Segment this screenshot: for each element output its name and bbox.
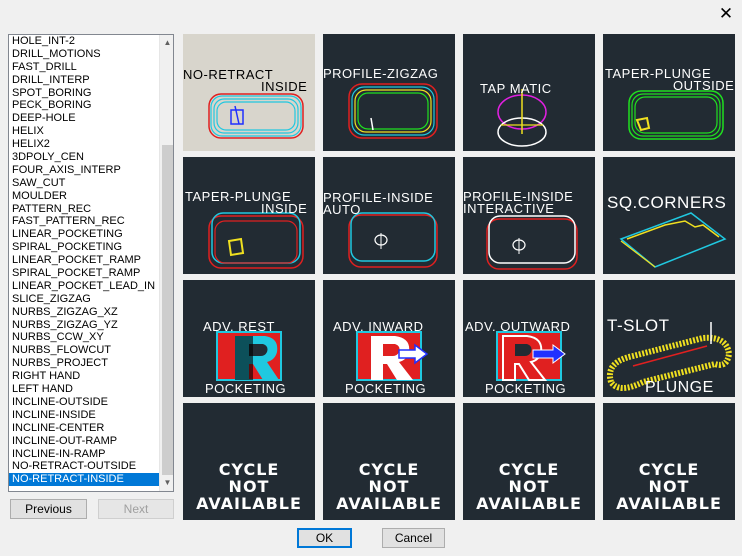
tile-label-line1: ADV. INWARD xyxy=(333,319,424,334)
tile-label-line1: ADV. REST xyxy=(203,319,275,334)
list-item[interactable]: NURBS_CCW_XY xyxy=(9,331,159,344)
list-item[interactable]: NURBS_FLOWCUT xyxy=(9,344,159,357)
list-item[interactable]: LINEAR_POCKET_LEAD_IN xyxy=(9,280,159,293)
list-item[interactable]: DEEP-HOLE xyxy=(9,112,159,125)
list-item[interactable]: HOLE_INT-2 xyxy=(9,35,159,48)
tile-profile-inside-auto[interactable]: PROFILE-INSIDE AUTO xyxy=(323,157,455,274)
tile-label-line2: POCKETING xyxy=(485,381,567,396)
tile-label-line2: POCKETING xyxy=(205,381,287,396)
tile-profile-inside-interactive[interactable]: PROFILE-INSIDE INTERACTIVE xyxy=(463,157,595,274)
list-item[interactable]: INCLINE-INSIDE xyxy=(9,409,159,422)
cycle-list-items: HOLE_INT-2 DRILL_MOTIONS FAST_DRILL DRILL_I… xyxy=(9,35,159,487)
tile-tap-matic[interactable]: TAP MATIC xyxy=(463,34,595,151)
list-item[interactable]: FAST_PATTERN_REC xyxy=(9,215,159,228)
list-item[interactable]: NURBS_PROJECT xyxy=(9,357,159,370)
list-item[interactable]: NURBS_ZIGZAG_XZ xyxy=(9,306,159,319)
tile-label-line2: INSIDE xyxy=(261,79,308,94)
tile-taper-plunge-inside[interactable]: TAPER-PLUNGE INSIDE xyxy=(183,157,315,274)
list-item[interactable]: NO-RETRACT-OUTSIDE xyxy=(9,460,159,473)
list-item[interactable]: FAST_DRILL xyxy=(9,61,159,74)
tile-label-line1: T-SLOT xyxy=(607,316,670,335)
tile-sq-corners[interactable]: SQ.CORNERS xyxy=(603,157,735,274)
not-available-text: CYCLE NOT AVAILABLE xyxy=(476,460,582,513)
list-item[interactable]: PECK_BORING xyxy=(9,99,159,112)
not-available-text: CYCLE NOT AVAILABLE xyxy=(616,460,722,513)
tile-taper-plunge-outside[interactable]: TAPER-PLUNGE OUTSIDE xyxy=(603,34,735,151)
scroll-down-arrow-icon[interactable]: ▼ xyxy=(160,475,173,491)
tile-label-line2: PLUNGE xyxy=(645,379,714,396)
list-item[interactable]: DRILL_MOTIONS xyxy=(9,48,159,61)
list-item[interactable]: LINEAR_POCKETING xyxy=(9,228,159,241)
tile-cycle-not-available[interactable]: CYCLE NOT AVAILABLE xyxy=(463,403,595,520)
ok-button[interactable]: OK xyxy=(297,528,352,548)
list-item[interactable]: NO-RETRACT-INSIDE xyxy=(9,473,159,487)
list-item[interactable]: SAW_CUT xyxy=(9,177,159,190)
tile-label-line2: INTERACTIVE xyxy=(463,201,555,216)
list-item[interactable]: INCLINE-CENTER xyxy=(9,422,159,435)
cycle-listbox[interactable]: HOLE_INT-2 DRILL_MOTIONS FAST_DRILL DRILL_I… xyxy=(8,34,174,492)
list-scrollbar[interactable]: ▲ ▼ xyxy=(159,35,173,491)
list-item[interactable]: SLICE_ZIGZAG xyxy=(9,293,159,306)
tile-label-line2: POCKETING xyxy=(345,381,427,396)
list-item[interactable]: RIGHT HAND xyxy=(9,370,159,383)
previous-button[interactable]: Previous xyxy=(10,499,87,519)
list-item[interactable]: INCLINE-OUT-RAMP xyxy=(9,435,159,448)
list-item[interactable]: SPIRAL_POCKETING xyxy=(9,241,159,254)
list-item[interactable]: HELIX2 xyxy=(9,138,159,151)
tile-profile-zigzag[interactable]: PROFILE-ZIGZAG xyxy=(323,34,455,151)
list-item[interactable]: FOUR_AXIS_INTERP xyxy=(9,164,159,177)
tile-cycle-not-available[interactable]: CYCLE NOT AVAILABLE xyxy=(603,403,735,520)
list-item[interactable]: DRILL_INTERP xyxy=(9,74,159,87)
next-button[interactable]: Next xyxy=(98,499,174,519)
list-item[interactable]: MOULDER xyxy=(9,190,159,203)
tile-label-line2: AUTO xyxy=(323,202,361,217)
list-item[interactable]: NURBS_ZIGZAG_YZ xyxy=(9,319,159,332)
list-item[interactable]: LINEAR_POCKET_RAMP xyxy=(9,254,159,267)
tile-t-slot-plunge[interactable]: T-SLOT PLUNGE xyxy=(603,280,735,397)
list-item[interactable]: SPOT_BORING xyxy=(9,87,159,100)
tile-label-line1: SQ.CORNERS xyxy=(607,193,727,212)
tile-cycle-not-available[interactable]: CYCLE NOT AVAILABLE xyxy=(183,403,315,520)
list-item[interactable]: LEFT HAND xyxy=(9,383,159,396)
tile-label-line1: PROFILE-ZIGZAG xyxy=(323,66,439,81)
close-icon: ✕ xyxy=(718,4,734,23)
tile-adv-outward-pocketing[interactable]: ADV. OUTWARD POCKETING xyxy=(463,280,595,397)
tile-label-line2: OUTSIDE xyxy=(673,78,735,93)
cancel-button[interactable]: Cancel xyxy=(382,528,445,548)
list-item[interactable]: PATTERN_REC xyxy=(9,203,159,216)
tile-adv-inward-pocketing[interactable]: ADV. INWARD POCKETING xyxy=(323,280,455,397)
cycle-preview-grid: NO-RETRACT INSIDE PROFILE-ZIGZAG TAP MAT… xyxy=(183,34,737,520)
scroll-thumb[interactable] xyxy=(162,145,173,475)
scroll-up-arrow-icon[interactable]: ▲ xyxy=(160,35,173,51)
list-item[interactable]: INCLINE-IN-RAMP xyxy=(9,448,159,461)
list-item[interactable]: SPIRAL_POCKET_RAMP xyxy=(9,267,159,280)
list-item[interactable]: HELIX xyxy=(9,125,159,138)
tile-label-line2: INSIDE xyxy=(261,201,308,216)
not-available-text: CYCLE NOT AVAILABLE xyxy=(196,460,302,513)
not-available-text: CYCLE NOT AVAILABLE xyxy=(336,460,442,513)
tile-label-line1: ADV. OUTWARD xyxy=(465,319,571,334)
tile-label-line1: NO-RETRACT xyxy=(183,67,274,82)
list-item[interactable]: 3DPOLY_CEN xyxy=(9,151,159,164)
list-item[interactable]: INCLINE-OUTSIDE xyxy=(9,396,159,409)
tile-cycle-not-available[interactable]: CYCLE NOT AVAILABLE xyxy=(323,403,455,520)
tile-label-line1: TAP MATIC xyxy=(480,81,552,96)
tile-adv-rest-pocketing[interactable]: ADV. REST POCKETING xyxy=(183,280,315,397)
close-button[interactable]: ✕ xyxy=(716,4,736,24)
tile-no-retract-inside[interactable]: NO-RETRACT INSIDE xyxy=(183,34,315,151)
